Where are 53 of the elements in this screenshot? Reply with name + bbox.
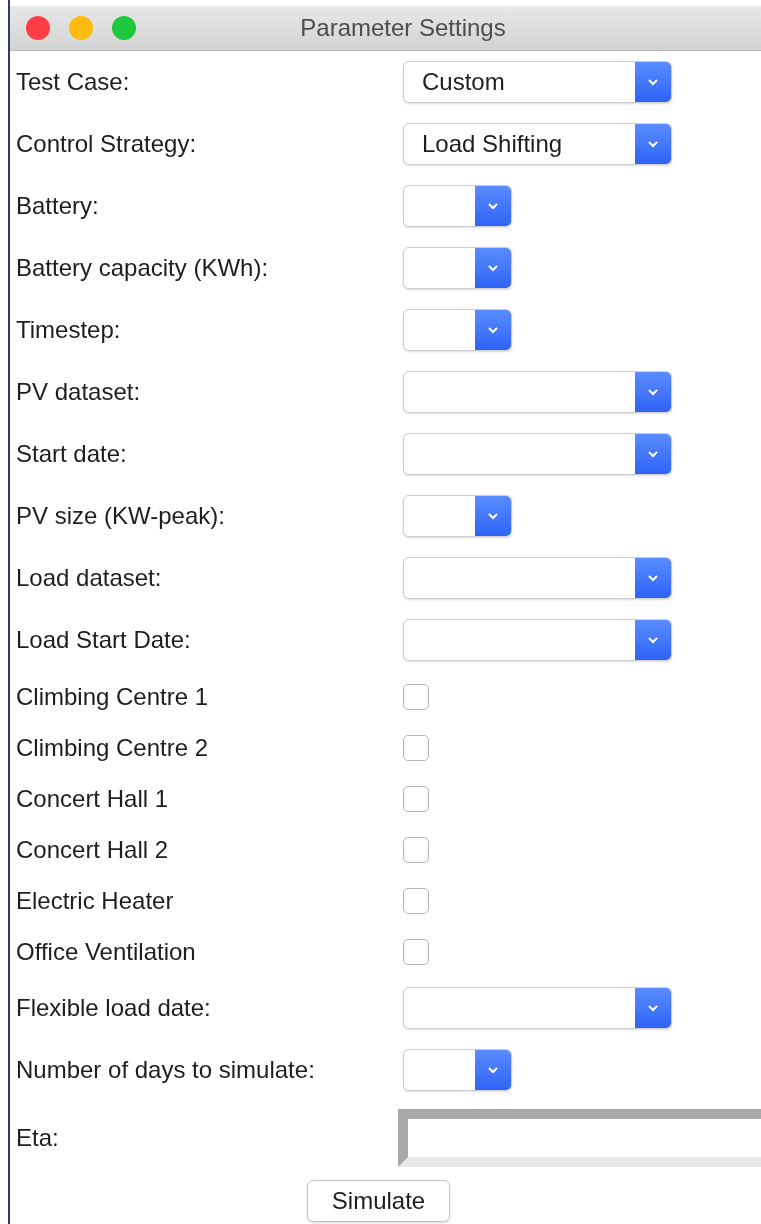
dropdown[interactable] bbox=[403, 619, 672, 661]
window-title: Parameter Settings bbox=[299, 14, 507, 42]
checkbox[interactable] bbox=[403, 938, 429, 965]
checkbox-label: Climbing Centre 1 bbox=[16, 682, 210, 711]
chevron-down-icon bbox=[646, 139, 660, 149]
field-label: PV size (KW-peak): bbox=[16, 502, 226, 530]
checkbox-label: Concert Hall 1 bbox=[16, 784, 170, 813]
chevron-down-icon bbox=[646, 387, 660, 397]
field-label: Load Start Date: bbox=[16, 626, 192, 654]
dropdown[interactable] bbox=[403, 1049, 512, 1091]
checkbox[interactable] bbox=[403, 683, 429, 710]
close-button[interactable] bbox=[26, 16, 50, 40]
dropdown[interactable]: Load Shifting bbox=[403, 123, 672, 165]
dropdown[interactable]: Custom bbox=[403, 61, 672, 103]
chevron-down-icon bbox=[486, 263, 500, 273]
field-label: Battery capacity (KWh): bbox=[16, 254, 270, 282]
field-label: Test Case: bbox=[16, 68, 131, 96]
chevron-down-icon bbox=[486, 511, 500, 521]
field-label: Flexible load date: bbox=[16, 994, 212, 1022]
dropdown[interactable] bbox=[403, 247, 512, 289]
dropdown[interactable] bbox=[403, 557, 672, 599]
checkbox[interactable] bbox=[403, 887, 429, 914]
chevron-down-icon bbox=[646, 449, 660, 459]
checkbox-label: Concert Hall 2 bbox=[16, 835, 170, 864]
dropdown[interactable] bbox=[403, 433, 672, 475]
dropdown[interactable] bbox=[403, 987, 672, 1029]
chevron-down-icon bbox=[486, 1065, 500, 1075]
field-label: PV dataset: bbox=[16, 378, 142, 406]
chevron-down-icon bbox=[486, 325, 500, 335]
checkbox-label: Electric Heater bbox=[16, 886, 175, 915]
dropdown[interactable] bbox=[403, 185, 512, 227]
field-label: Control Strategy: bbox=[16, 130, 198, 158]
checkbox[interactable] bbox=[403, 836, 429, 863]
field-label: Eta: bbox=[16, 1124, 60, 1152]
checkbox[interactable] bbox=[403, 785, 429, 812]
dropdown[interactable] bbox=[403, 309, 512, 351]
input-field[interactable] bbox=[398, 1109, 761, 1167]
chevron-down-icon bbox=[646, 1003, 660, 1013]
chevron-down-icon bbox=[646, 573, 660, 583]
chevron-down-icon bbox=[486, 201, 500, 211]
checkbox-label: Climbing Centre 2 bbox=[16, 733, 210, 762]
chevron-down-icon bbox=[646, 77, 660, 87]
field-label: Number of days to simulate: bbox=[16, 1056, 316, 1084]
dropdown[interactable] bbox=[403, 495, 512, 537]
checkbox[interactable] bbox=[403, 734, 429, 761]
dropdown[interactable] bbox=[403, 371, 672, 413]
simulate-button[interactable]: Simulate bbox=[306, 1180, 451, 1222]
checkbox-label: Office Ventilation bbox=[16, 937, 197, 966]
field-label: Load dataset: bbox=[16, 564, 163, 592]
chevron-down-icon bbox=[646, 635, 660, 645]
field-label: Start date: bbox=[16, 440, 128, 468]
field-label: Battery: bbox=[16, 192, 100, 220]
field-label: Timestep: bbox=[16, 316, 122, 344]
